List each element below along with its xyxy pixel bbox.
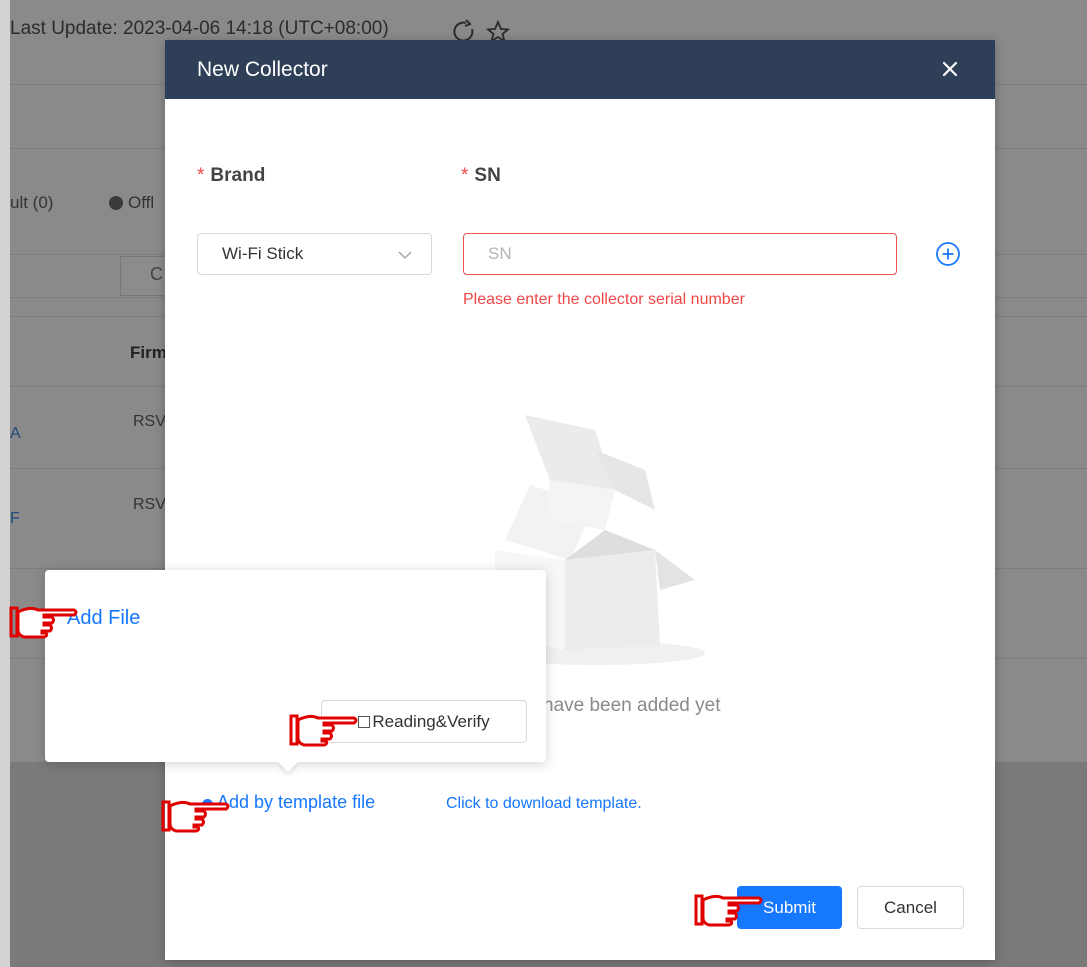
close-icon[interactable]: [937, 56, 963, 82]
offline-status-dot: [109, 196, 123, 210]
sn-label: * SN: [461, 165, 501, 186]
dialog-header: New Collector: [165, 40, 995, 99]
last-update-text: Last Update: 2023-04-06 14:18 (UTC+08:00…: [10, 18, 389, 39]
hand-pointer-icon: [289, 714, 358, 747]
reading-verify-label: Reading&Verify: [372, 711, 490, 731]
chevron-down-icon: [398, 251, 412, 260]
refresh-icon[interactable]: [453, 19, 474, 42]
sn-error-message: Please enter the collector serial number: [463, 291, 745, 308]
brand-label: * Brand: [197, 165, 266, 186]
new-collector-dialog: New Collector *Brand *SN Wi-Fi Stick Ple…: [165, 40, 995, 960]
star-icon[interactable]: [485, 19, 511, 43]
firmware-cell: RSV: [133, 496, 166, 513]
dialog-title: New Collector: [197, 57, 328, 81]
cancel-button[interactable]: Cancel: [857, 886, 964, 929]
brand-select-value: Wi-Fi Stick: [222, 244, 304, 263]
empty-state-text: have been added yet: [543, 695, 721, 716]
fault-filter[interactable]: ult (0): [10, 193, 53, 213]
add-by-template-link[interactable]: Add by template file: [217, 792, 375, 813]
firmware-column-header: Firm: [130, 343, 167, 362]
device-link[interactable]: F: [10, 510, 20, 528]
offline-filter[interactable]: Offl: [128, 193, 154, 213]
plus-circle-icon[interactable]: [935, 241, 961, 267]
hand-pointer-icon: [9, 606, 78, 639]
required-mark: *: [197, 165, 205, 186]
download-template-link[interactable]: Click to download template.: [446, 795, 642, 813]
device-link[interactable]: A: [10, 425, 21, 443]
brand-select[interactable]: Wi-Fi Stick: [197, 233, 432, 275]
hand-pointer-icon: [694, 894, 763, 927]
background-left-strip: [0, 0, 10, 967]
required-mark: *: [461, 165, 469, 186]
checkbox-icon: [358, 715, 371, 728]
sn-input[interactable]: [463, 233, 897, 275]
toolbar-tab-letter: C: [150, 264, 163, 284]
hand-pointer-icon: [161, 800, 230, 833]
firmware-cell: RSV: [133, 413, 166, 430]
